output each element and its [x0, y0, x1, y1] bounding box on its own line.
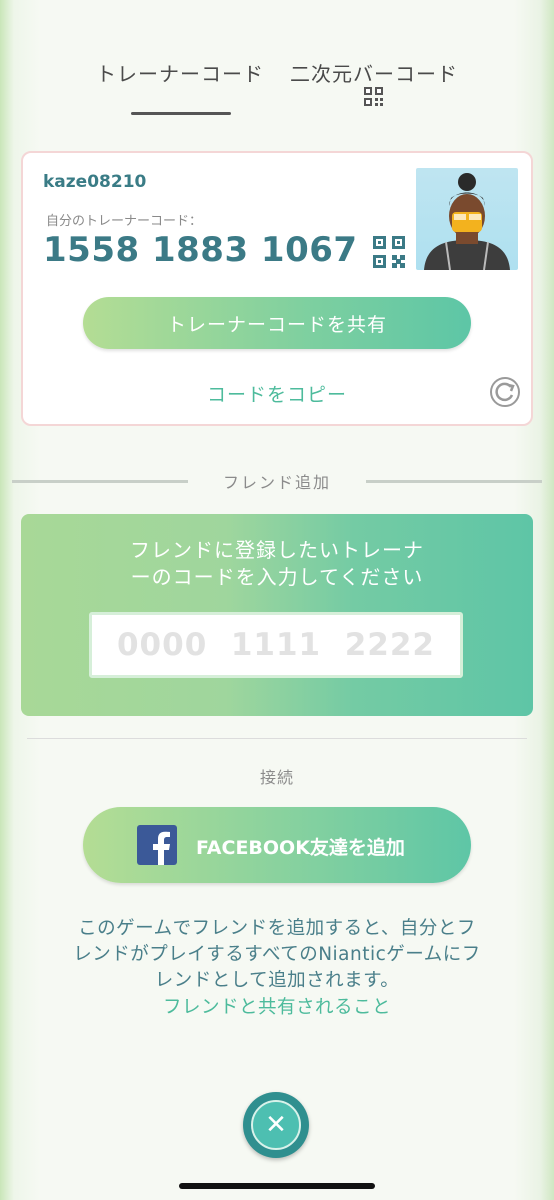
- info-line: レンドがプレイするすべてのNianticゲームにフ: [73, 944, 481, 965]
- avatar: [416, 168, 518, 270]
- facebook-button-label: FACEBOOK友達を追加: [196, 837, 405, 859]
- facebook-icon: [137, 825, 177, 865]
- prompt-line: ーのコードを入力してください: [130, 565, 424, 589]
- refresh-icon[interactable]: [489, 376, 521, 408]
- active-tab-indicator: [131, 112, 231, 115]
- close-icon: ✕: [251, 1100, 301, 1150]
- info-line: レンドとして追加されます。: [154, 970, 400, 991]
- tab-qr-code[interactable]: 二次元バーコード: [290, 58, 458, 87]
- home-indicator[interactable]: [179, 1183, 375, 1189]
- divider: [27, 738, 527, 739]
- close-button[interactable]: ✕: [243, 1092, 309, 1158]
- friend-add-title: フレンド追加: [222, 473, 331, 492]
- friend-info-text: このゲームでフレンドを追加すると、自分とフ レンドがプレイするすべてのNiant…: [40, 916, 514, 994]
- connect-title: 接続: [259, 768, 294, 787]
- friend-code-input[interactable]: [89, 612, 463, 678]
- share-trainer-code-button[interactable]: トレーナーコードを共有: [83, 297, 471, 349]
- tab-trainer-code[interactable]: トレーナーコード: [96, 58, 264, 87]
- qr-code-icon: [364, 87, 383, 106]
- trainer-code-label: 自分のトレーナーコード：: [46, 214, 203, 229]
- trainer-code: 1558 1883 1067: [43, 230, 358, 270]
- info-line: このゲームでフレンドを追加すると、自分とフ: [78, 918, 476, 939]
- friend-code-prompt: フレンドに登録したいトレーナ ーのコードを入力してください: [100, 537, 454, 591]
- shared-with-friends-link[interactable]: フレンドと共有されること: [0, 993, 554, 1019]
- prompt-line: フレンドに登録したいトレーナ: [130, 538, 424, 562]
- copy-code-link[interactable]: コードをコピー: [0, 380, 554, 407]
- trainer-avatar-icon: [424, 173, 510, 270]
- username: kaze08210: [43, 172, 147, 192]
- qr-code-icon[interactable]: [373, 236, 405, 268]
